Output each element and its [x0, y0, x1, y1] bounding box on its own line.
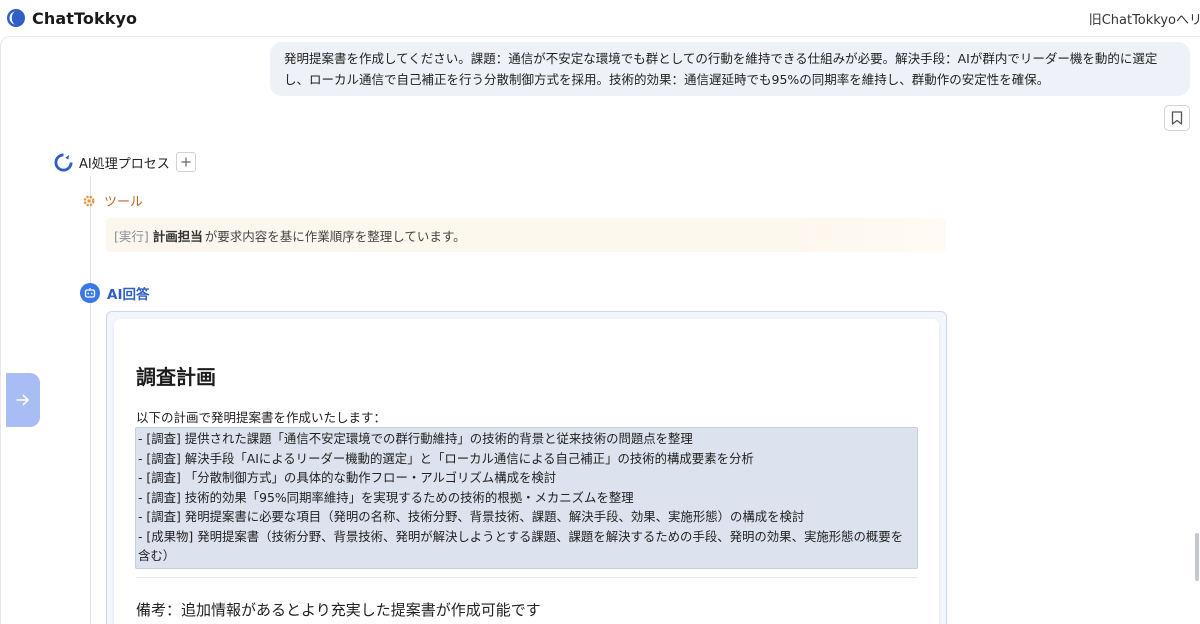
- tool-status-message: が要求内容を基に作業順序を整理しています。: [204, 228, 466, 244]
- list-item: - [調査] 「分散制御方式」の具体的な動作フロー・アルゴリズム構成を検討: [138, 470, 557, 485]
- ai-process-title: AI処理プロセス: [79, 156, 170, 172]
- plan-items: - [調査] 提供された課題「通信不安定環境での群行動維持」の技術的背景と従来技…: [135, 427, 918, 569]
- plan-intro: 以下の計画で発明提案書を作成いたします：: [136, 410, 387, 425]
- list-item: - [調査] 解決手段「AIによるリーダー機動的選定」と「ローカル通信による自己…: [138, 450, 754, 466]
- bookmark-icon: [1171, 111, 1183, 125]
- ai-answer-card: 調査計画 以下の計画で発明提案書を作成いたします： - [調査] 提供された課題…: [114, 319, 939, 624]
- plus-icon: [181, 157, 191, 167]
- expand-process-button[interactable]: [175, 152, 196, 172]
- robot-icon: [80, 283, 100, 303]
- chattokkyo-logo-icon: [7, 9, 25, 27]
- gear-icon: [83, 195, 95, 206]
- app-name: ChatTokkyo: [32, 8, 138, 28]
- plan-note: 備考：追加情報があるとより充実した提案書が作成可能です: [136, 601, 541, 619]
- list-item: - [調査] 技術的効果「95%同期率維持」を実現するための技術的根拠・メカニズ…: [138, 489, 634, 505]
- divider: [136, 577, 918, 578]
- bookmark-button[interactable]: [1164, 105, 1190, 131]
- list-item: - [調査] 発明提案書に必要な項目（発明の名称、技術分野、背景技術、課題、解決…: [138, 509, 805, 524]
- tool-step-label: ツール: [104, 195, 144, 210]
- tool-status-tag: [実行]: [114, 228, 149, 244]
- brand[interactable]: ChatTokkyo: [6, 8, 137, 28]
- tool-status-box: [実行] 計画担当 が要求内容を基に作業順序を整理しています。: [106, 218, 946, 252]
- app-root: ChatTokkyo 旧ChatTokkyoへリ 発明提案書を作成してください。…: [0, 0, 1200, 624]
- tool-actor: 計画担当: [152, 228, 203, 244]
- timeline-line: [90, 176, 91, 624]
- header-bar: ChatTokkyo 旧ChatTokkyoへリ: [0, 0, 1200, 36]
- list-item: - [成果物] 発明提案書（技術分野、背景技術、発明が解決しようとする課題、課題…: [138, 528, 904, 564]
- legacy-version-link[interactable]: 旧ChatTokkyoへリ: [1089, 9, 1200, 28]
- list-item: - [調査] 提供された課題「通信不安定環境での群行動維持」の技術的背景と従来技…: [138, 431, 693, 446]
- ai-process-icon: [54, 152, 73, 171]
- sidebar-toggle-button[interactable]: [6, 373, 40, 427]
- ai-answer-container: 調査計画 以下の計画で発明提案書を作成いたします： - [調査] 提供された課題…: [106, 311, 947, 624]
- ai-answer-header: AI回答: [80, 283, 149, 303]
- plan-title: 調査計画: [136, 365, 216, 389]
- tool-step-header: ツール: [82, 191, 143, 210]
- scrollbar-thumb[interactable]: [1195, 533, 1199, 581]
- ai-process-header: AI処理プロセス: [54, 152, 196, 172]
- arrow-right-icon: [16, 394, 29, 406]
- ai-answer-label: AI回答: [107, 287, 150, 303]
- user-message-bubble: 発明提案書を作成してください。課題：通信が不安定な環境でも群としての行動を維持で…: [270, 42, 1190, 96]
